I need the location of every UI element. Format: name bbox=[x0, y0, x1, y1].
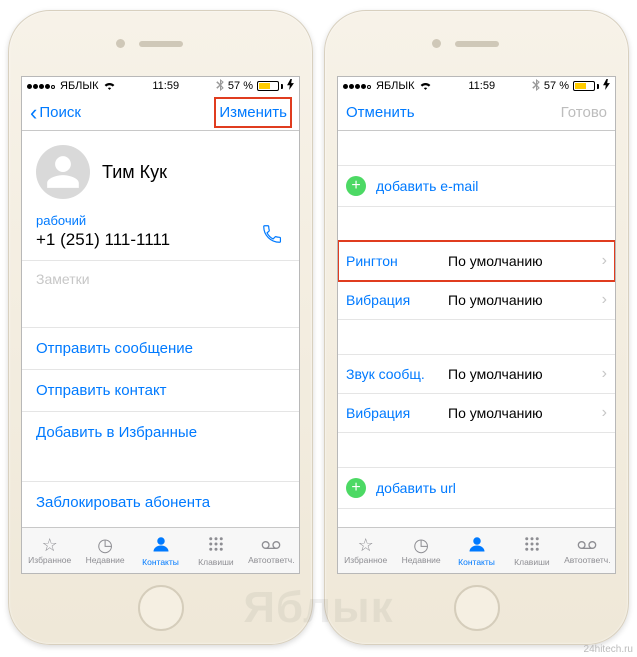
chevron-right-icon: › bbox=[602, 291, 607, 309]
send-message-button[interactable]: Отправить сообщение bbox=[22, 327, 299, 369]
back-button[interactable]: ‹ Поиск bbox=[30, 104, 81, 121]
add-url-row[interactable]: + добавить url bbox=[338, 467, 615, 509]
tab-recents[interactable]: ◷Недавние bbox=[77, 528, 132, 573]
ringtone-row[interactable]: Рингтон По умолчанию › bbox=[338, 241, 615, 281]
contact-name: Тим Кук bbox=[102, 162, 167, 183]
battery-pct: 57 % bbox=[228, 80, 253, 92]
phone-type-label: рабочий bbox=[36, 213, 285, 228]
back-label: Поиск bbox=[39, 104, 81, 121]
chevron-right-icon: › bbox=[602, 252, 607, 270]
tab-bar: ☆Избранное ◷Недавние Контакты Клавиши Ав… bbox=[22, 527, 299, 573]
signal-dots-icon bbox=[27, 80, 56, 92]
tab-recents[interactable]: ◷Недавние bbox=[393, 528, 448, 573]
star-icon: ☆ bbox=[358, 536, 374, 554]
wifi-icon bbox=[419, 80, 432, 93]
speaker bbox=[139, 41, 183, 47]
edit-content: + добавить e-mail Рингтон По умолчанию ›… bbox=[338, 131, 615, 527]
tab-voicemail[interactable]: Автоответч. bbox=[244, 528, 299, 573]
cancel-button[interactable]: Отменить bbox=[346, 104, 415, 121]
chevron-right-icon: › bbox=[602, 404, 607, 422]
wifi-icon bbox=[103, 80, 116, 93]
notes-placeholder[interactable]: Заметки bbox=[22, 261, 299, 327]
clock-icon: ◷ bbox=[97, 536, 113, 554]
tab-keypad[interactable]: Клавиши bbox=[504, 528, 559, 573]
clock: 11:59 bbox=[468, 80, 495, 92]
tab-bar: ☆Избранное ◷Недавние Контакты Клавиши Ав… bbox=[338, 527, 615, 573]
status-bar: ЯБЛЫК 11:59 57 % bbox=[338, 77, 615, 95]
tab-favorites[interactable]: ☆Избранное bbox=[22, 528, 77, 573]
edit-button[interactable]: Изменить bbox=[215, 98, 291, 127]
add-email-row[interactable]: + добавить e-mail bbox=[338, 165, 615, 207]
star-icon: ☆ bbox=[42, 536, 58, 554]
front-camera bbox=[116, 39, 125, 48]
home-button[interactable] bbox=[138, 585, 184, 631]
signal-dots-icon bbox=[343, 80, 372, 92]
send-contact-button[interactable]: Отправить контакт bbox=[22, 369, 299, 411]
avatar bbox=[36, 145, 90, 199]
battery-pct: 57 % bbox=[544, 80, 569, 92]
clock: 11:59 bbox=[152, 80, 179, 92]
front-camera bbox=[432, 39, 441, 48]
phone-left: ЯБЛЫК 11:59 57 % ‹ bbox=[8, 10, 313, 645]
tab-contacts[interactable]: Контакты bbox=[449, 528, 504, 573]
carrier-label: ЯБЛЫК bbox=[60, 80, 99, 92]
battery-icon bbox=[257, 81, 283, 91]
phone-handset-icon[interactable] bbox=[261, 223, 283, 251]
msg-vibration-row[interactable]: Вибрация По умолчанию › bbox=[338, 394, 615, 433]
plus-icon: + bbox=[346, 176, 366, 196]
speaker bbox=[455, 41, 499, 47]
vibration-row[interactable]: Вибрация По умолчанию › bbox=[338, 281, 615, 320]
voicemail-icon bbox=[261, 536, 281, 554]
person-icon bbox=[152, 535, 170, 556]
phone-right: ЯБЛЫК 11:59 57 % Отменить Г bbox=[324, 10, 629, 645]
keypad-icon bbox=[207, 535, 225, 556]
nav-bar: Отменить Готово bbox=[338, 95, 615, 131]
person-icon bbox=[468, 535, 486, 556]
bluetooth-icon bbox=[216, 79, 224, 94]
tab-contacts[interactable]: Контакты bbox=[133, 528, 188, 573]
credit: 24hitech.ru bbox=[584, 644, 633, 655]
charging-icon bbox=[603, 79, 610, 93]
bluetooth-icon bbox=[532, 79, 540, 94]
tab-voicemail[interactable]: Автоответч. bbox=[560, 528, 615, 573]
keypad-icon bbox=[523, 535, 541, 556]
battery-icon bbox=[573, 81, 599, 91]
clock-icon: ◷ bbox=[413, 536, 429, 554]
nav-bar: ‹ Поиск Изменить bbox=[22, 95, 299, 131]
contact-content: Тим Кук рабочий +1 (251) 111-1111 Заметк… bbox=[22, 131, 299, 527]
tab-favorites[interactable]: ☆Избранное bbox=[338, 528, 393, 573]
status-bar: ЯБЛЫК 11:59 57 % bbox=[22, 77, 299, 95]
phone-block[interactable]: рабочий +1 (251) 111-1111 bbox=[22, 209, 299, 261]
block-caller-button[interactable]: Заблокировать абонента bbox=[22, 481, 299, 523]
charging-icon bbox=[287, 79, 294, 93]
msg-sound-row[interactable]: Звук сообщ. По умолчанию › bbox=[338, 354, 615, 394]
carrier-label: ЯБЛЫК bbox=[376, 80, 415, 92]
screen-right: ЯБЛЫК 11:59 57 % Отменить Г bbox=[337, 76, 616, 574]
screen-left: ЯБЛЫК 11:59 57 % ‹ bbox=[21, 76, 300, 574]
tab-keypad[interactable]: Клавиши bbox=[188, 528, 243, 573]
voicemail-icon bbox=[577, 536, 597, 554]
plus-icon: + bbox=[346, 478, 366, 498]
add-favorite-button[interactable]: Добавить в Избранные bbox=[22, 411, 299, 453]
home-button[interactable] bbox=[454, 585, 500, 631]
chevron-right-icon: › bbox=[602, 365, 607, 383]
contact-header: Тим Кук bbox=[22, 131, 299, 209]
phone-number: +1 (251) 111-1111 bbox=[36, 228, 285, 250]
done-button[interactable]: Готово bbox=[561, 104, 607, 121]
